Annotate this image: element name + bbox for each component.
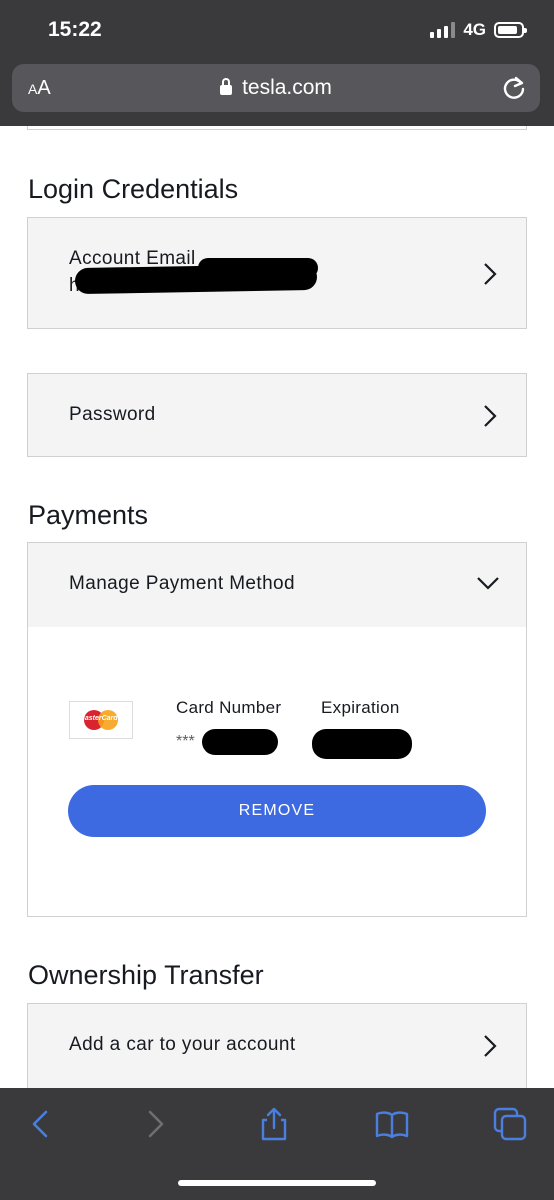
battery-icon: [494, 22, 527, 38]
back-icon[interactable]: [22, 1106, 58, 1142]
add-car-row[interactable]: Add a car to your account: [27, 1003, 527, 1088]
chevron-right-icon: [484, 405, 497, 427]
page-content: Login Credentials Account Email he Passw…: [0, 126, 554, 1088]
password-label: Password: [69, 404, 156, 425]
manage-payment-header[interactable]: Manage Payment Method: [28, 543, 526, 627]
payments-heading: Payments: [28, 500, 149, 530]
login-credentials-heading: Login Credentials: [28, 174, 239, 204]
forward-icon[interactable]: [138, 1106, 174, 1142]
card-number-redaction: [202, 729, 278, 755]
chevron-down-icon: [477, 577, 499, 590]
lock-icon: [220, 78, 233, 95]
expiration-redaction: [312, 729, 412, 759]
cellular-signal-icon: [430, 22, 456, 38]
chevron-right-icon: [484, 1035, 497, 1057]
url-display[interactable]: tesla.com: [12, 76, 540, 100]
tabs-icon[interactable]: [492, 1106, 528, 1142]
add-car-label: Add a car to your account: [69, 1034, 296, 1055]
address-bar[interactable]: AA tesla.com: [12, 64, 540, 112]
bookmarks-icon[interactable]: [374, 1106, 410, 1142]
payment-method-panel: Manage Payment Method MasterCard Card Nu…: [27, 542, 527, 917]
card-number-value: ***: [176, 733, 195, 750]
reload-icon[interactable]: [500, 74, 528, 102]
browser-top-chrome: 15:22 4G AA tesla.com: [0, 0, 554, 126]
account-email-row[interactable]: Account Email he: [27, 217, 527, 329]
mastercard-wordmark: MasterCard: [79, 715, 118, 722]
remove-card-button[interactable]: REMOVE: [68, 785, 486, 837]
domain-text: tesla.com: [242, 76, 332, 99]
expiration-label: Expiration: [321, 698, 400, 717]
share-icon[interactable]: [256, 1106, 292, 1142]
chevron-right-icon: [484, 263, 497, 285]
status-indicators: 4G: [430, 20, 527, 40]
status-time: 15:22: [48, 18, 102, 41]
ownership-transfer-heading: Ownership Transfer: [28, 960, 264, 990]
password-row[interactable]: Password: [27, 373, 527, 457]
manage-payment-label: Manage Payment Method: [69, 573, 295, 594]
network-type: 4G: [463, 20, 486, 39]
previous-card-fragment: [27, 126, 527, 130]
email-redaction-overlap: [198, 258, 318, 278]
mastercard-logo: MasterCard: [69, 701, 133, 739]
home-indicator: [178, 1180, 376, 1186]
card-number-label: Card Number: [176, 698, 282, 717]
